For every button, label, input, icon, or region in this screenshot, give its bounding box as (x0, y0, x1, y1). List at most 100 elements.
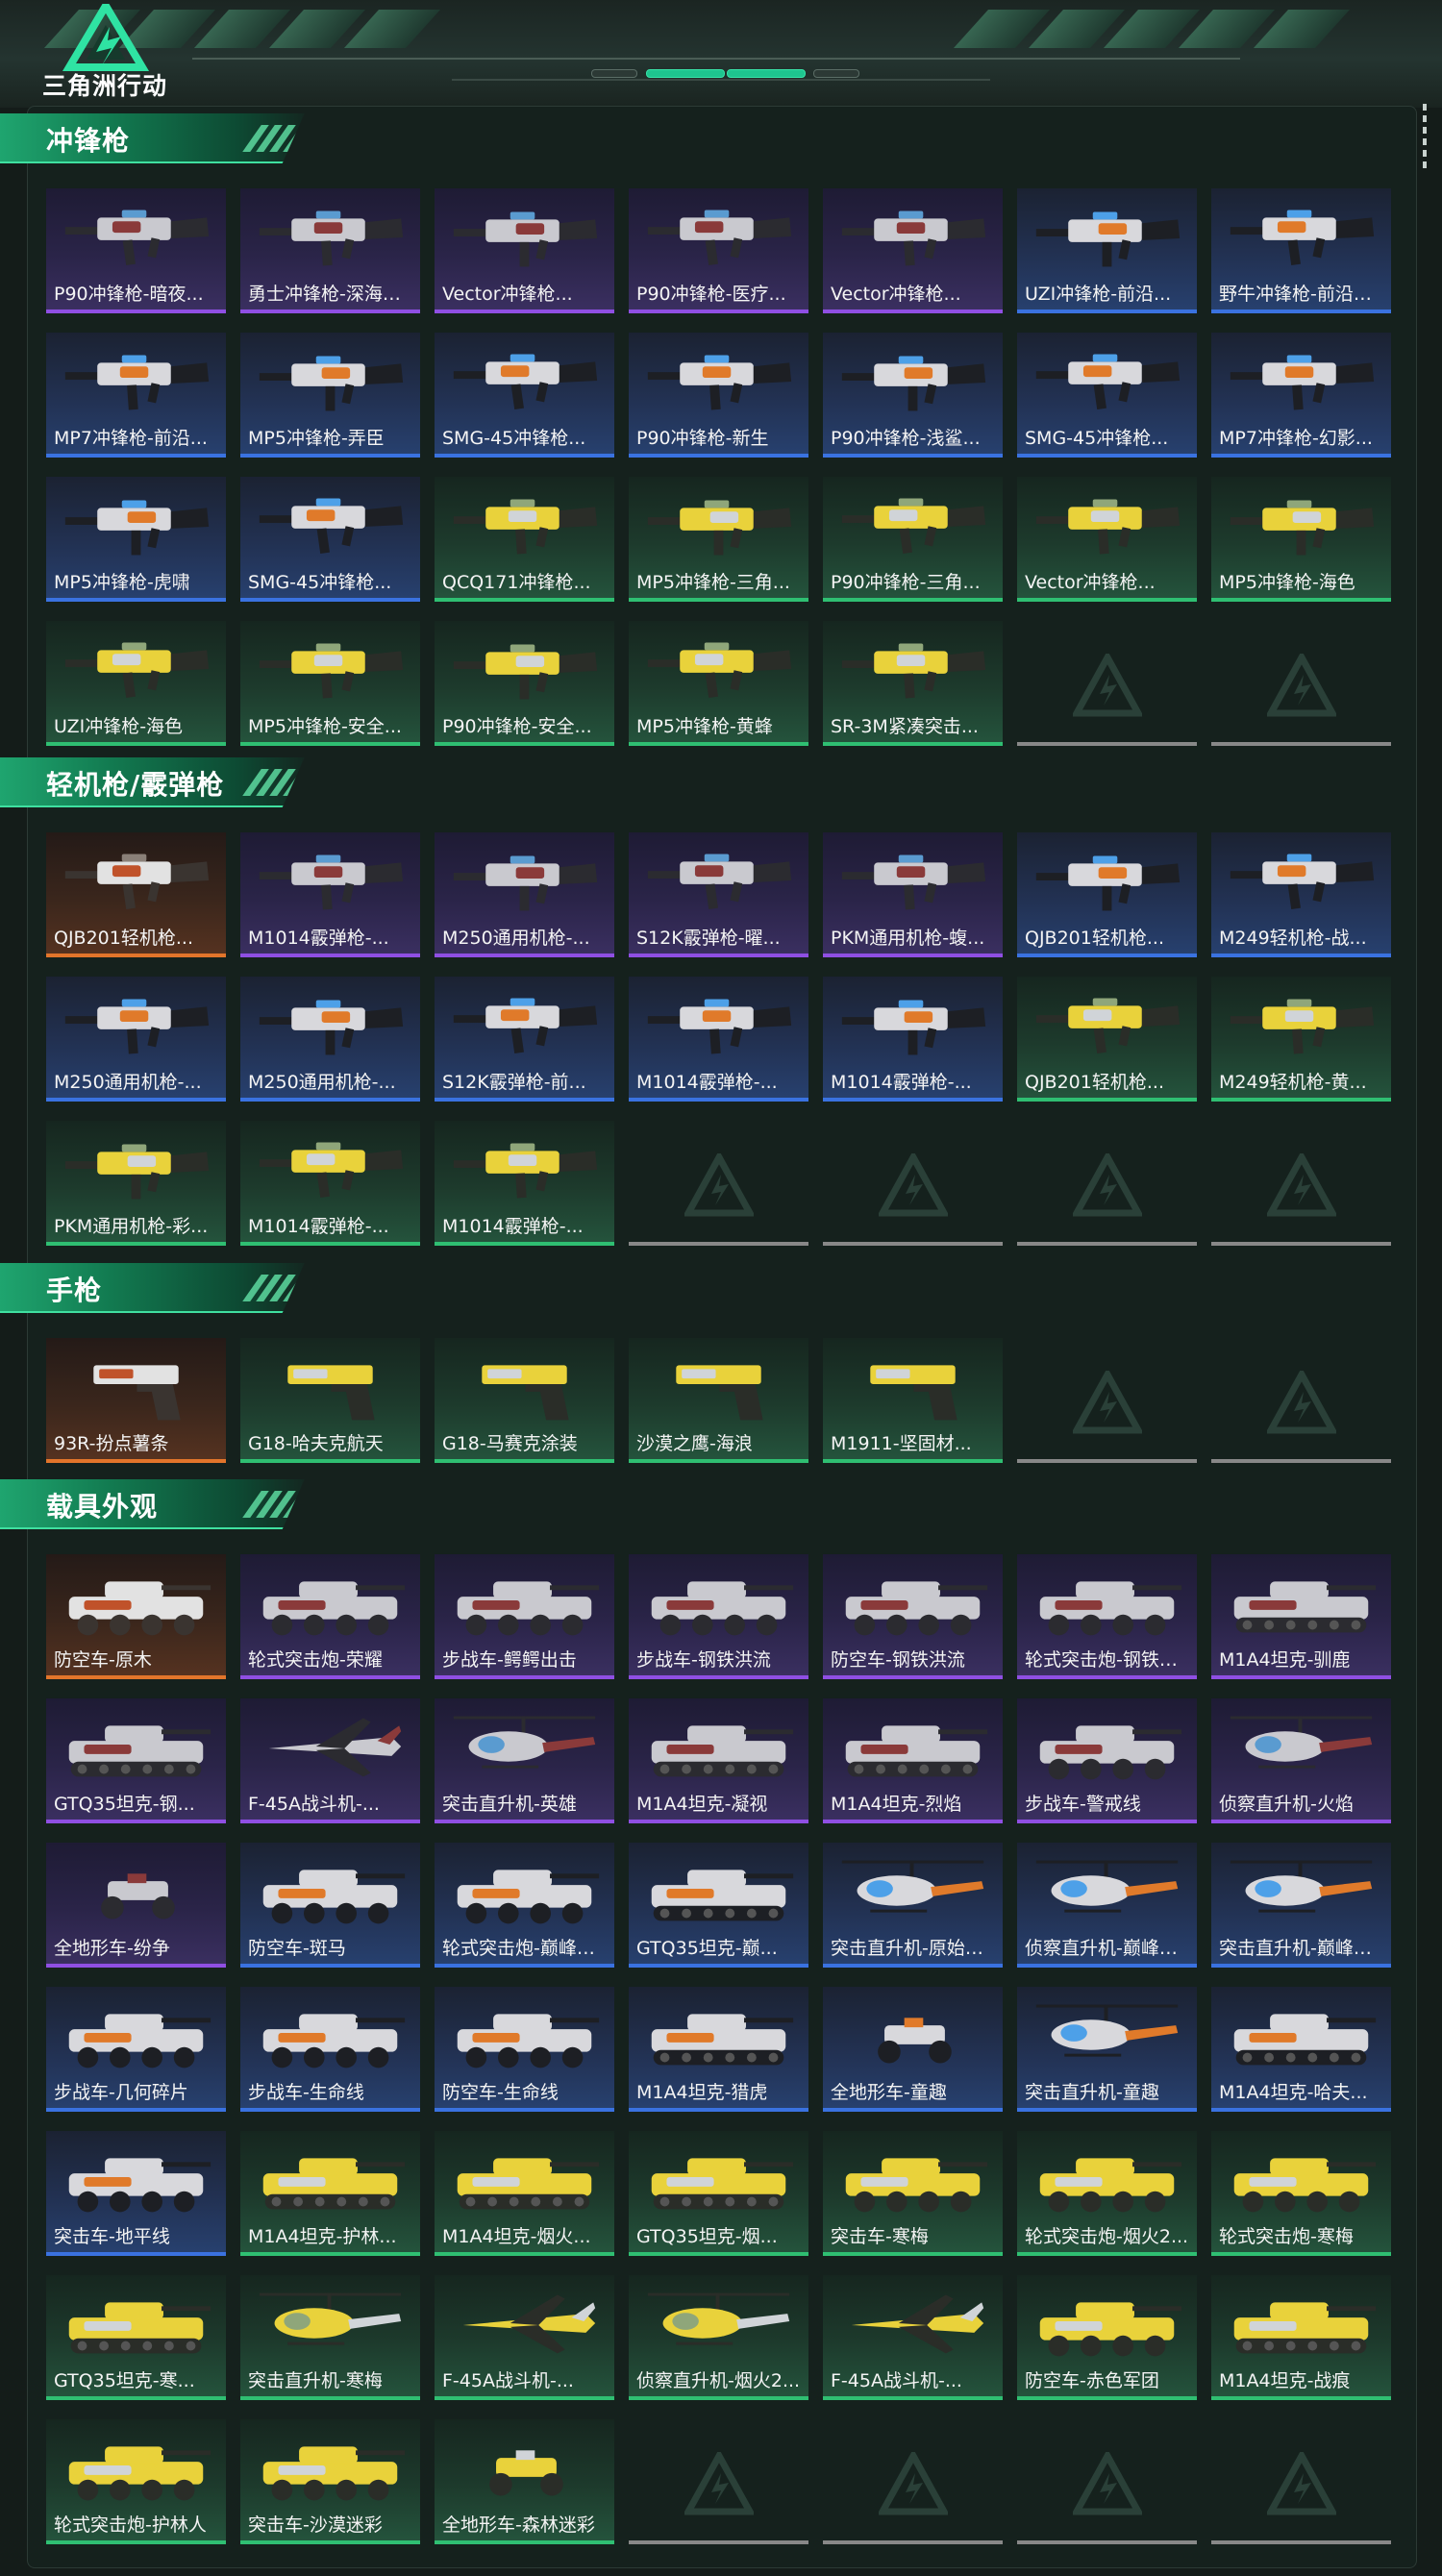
skin-card[interactable]: MP5冲锋枪-弄臣 (240, 333, 420, 458)
skin-card[interactable]: SMG-45冲锋枪... (435, 333, 614, 458)
skin-card[interactable]: 突击车-沙漠迷彩 (240, 2419, 420, 2544)
skin-card[interactable]: 全地形车-童趣 (823, 1987, 1003, 2112)
skin-card[interactable]: 突击车-寒梅 (823, 2131, 1003, 2256)
skin-card[interactable]: Vector冲锋枪... (823, 188, 1003, 313)
skin-card[interactable]: MP5冲锋枪-黄蜂 (629, 621, 808, 746)
page-indicator-active[interactable] (646, 69, 725, 78)
skin-card[interactable]: 轮式突击炮-巅峰竞... (435, 1843, 614, 1968)
skin-card[interactable]: M1014霰弹枪-... (240, 832, 420, 957)
skin-card[interactable]: P90冲锋枪-医疗... (629, 188, 808, 313)
skin-card[interactable]: S12K霰弹枪-前... (435, 977, 614, 1102)
skin-card[interactable]: S12K霰弹枪-曜... (629, 832, 808, 957)
skin-card[interactable]: 防空车-原木 (46, 1554, 226, 1679)
skin-card[interactable]: MP5冲锋枪-虎啸 (46, 477, 226, 602)
skin-card[interactable]: G18-马赛克涂装 (435, 1338, 614, 1463)
skin-card[interactable]: 侦察直升机-烟火2... (629, 2275, 808, 2400)
page-indicator[interactable] (591, 69, 637, 78)
skin-card[interactable]: P90冲锋枪-新生 (629, 333, 808, 458)
skin-card[interactable]: P90冲锋枪-浅鲨... (823, 333, 1003, 458)
skin-card[interactable]: 步战车-警戒线 (1017, 1698, 1197, 1823)
skin-card[interactable]: M249轻机枪-黄... (1211, 977, 1391, 1102)
skin-card[interactable]: P90冲锋枪-三角... (823, 477, 1003, 602)
skin-card[interactable]: 突击直升机-童趣 (1017, 1987, 1197, 2112)
skin-card[interactable]: SR-3M紧凑突击... (823, 621, 1003, 746)
skin-card[interactable]: 轮式突击炮-护林人 (46, 2419, 226, 2544)
mp7-smg-icon (64, 355, 210, 410)
page-indicator[interactable] (813, 69, 859, 78)
skin-card[interactable]: M1014霰弹枪-... (240, 1121, 420, 1246)
scrollbar[interactable] (1423, 104, 1429, 171)
skin-card[interactable]: QCQ171冲锋枪... (435, 477, 614, 602)
skin-card[interactable]: M1A4坦克-猎虎 (629, 1987, 808, 2112)
skin-card[interactable]: 突击直升机-原始伪... (823, 1843, 1003, 1968)
skin-card[interactable]: 防空车-生命线 (435, 1987, 614, 2112)
skin-card[interactable]: 突击直升机-巅峰竞... (1211, 1843, 1391, 1968)
skin-card[interactable]: 步战车-鳄鳄出击 (435, 1554, 614, 1679)
skin-card[interactable]: GTQ35坦克-寒... (46, 2275, 226, 2400)
skin-card[interactable]: GTQ35坦克-钢... (46, 1698, 226, 1823)
skin-card[interactable]: GTQ35坦克-烟... (629, 2131, 808, 2256)
skin-card[interactable]: 沙漠之鹰-海浪 (629, 1338, 808, 1463)
skin-card[interactable]: 防空车-斑马 (240, 1843, 420, 1968)
skin-card[interactable]: MP5冲锋枪-三角... (629, 477, 808, 602)
skin-card[interactable]: 轮式突击炮-烟火2... (1017, 2131, 1197, 2256)
skin-card[interactable]: M1014霰弹枪-... (435, 1121, 614, 1246)
tank-icon (1233, 2302, 1377, 2354)
skin-card[interactable]: SMG-45冲锋枪... (1017, 333, 1197, 458)
skin-card[interactable]: 步战车-生命线 (240, 1987, 420, 2112)
skin-card[interactable]: MP5冲锋枪-海色 (1211, 477, 1391, 602)
skin-card[interactable]: 侦察直升机-火焰 (1211, 1698, 1391, 1823)
skin-card[interactable]: GTQ35坦克-巅... (629, 1843, 808, 1968)
skin-card[interactable]: UZI冲锋枪-海色 (46, 621, 226, 746)
skin-card[interactable]: 防空车-赤色军团 (1017, 2275, 1197, 2400)
skin-card[interactable]: 步战车-几何碎片 (46, 1987, 226, 2112)
skin-card[interactable]: F-45A战斗机-... (435, 2275, 614, 2400)
skin-card[interactable]: M1A4坦克-烈焰 (823, 1698, 1003, 1823)
skin-card[interactable]: M1A4坦克-凝视 (629, 1698, 808, 1823)
skin-card[interactable]: M1014霰弹枪-... (629, 977, 808, 1102)
skin-card[interactable]: M249轻机枪-战... (1211, 832, 1391, 957)
skin-card[interactable]: MP7冲锋枪-前沿... (46, 333, 226, 458)
skin-card[interactable]: 全地形车-森林迷彩 (435, 2419, 614, 2544)
skin-card[interactable]: M1A4坦克-战痕 (1211, 2275, 1391, 2400)
skin-card[interactable]: 全地形车-纷争 (46, 1843, 226, 1968)
skin-card[interactable]: G18-哈夫克航天 (240, 1338, 420, 1463)
skin-card[interactable]: UZI冲锋枪-前沿... (1017, 188, 1197, 313)
skin-card[interactable]: M1A4坦克-哈夫... (1211, 1987, 1391, 2112)
skin-card[interactable]: 轮式突击炮-寒梅 (1211, 2131, 1391, 2256)
skin-card[interactable]: M1A4坦克-护林... (240, 2131, 420, 2256)
skin-card[interactable]: PKM通用机枪-彩... (46, 1121, 226, 1246)
skin-card[interactable]: 野牛冲锋枪-前沿科... (1211, 188, 1391, 313)
skin-card[interactable]: MP7冲锋枪-幻影... (1211, 333, 1391, 458)
skin-card[interactable]: P90冲锋枪-暗夜... (46, 188, 226, 313)
skin-card[interactable]: M250通用机枪-... (46, 977, 226, 1102)
skin-card[interactable]: 侦察直升机-巅峰竞... (1017, 1843, 1197, 1968)
skin-card[interactable]: 轮式突击炮-荣耀 (240, 1554, 420, 1679)
skin-card[interactable]: M1911-坚固材... (823, 1338, 1003, 1463)
skin-card[interactable]: M1A4坦克-烟火... (435, 2131, 614, 2256)
skin-card[interactable]: QJB201轻机枪... (1017, 832, 1197, 957)
skin-card[interactable]: 93R-扮点薯条 (46, 1338, 226, 1463)
skin-card[interactable]: SMG-45冲锋枪... (240, 477, 420, 602)
skin-card[interactable]: Vector冲锋枪... (435, 188, 614, 313)
skin-card[interactable]: QJB201轻机枪... (1017, 977, 1197, 1102)
skin-card[interactable]: 突击直升机-寒梅 (240, 2275, 420, 2400)
skin-card[interactable]: 步战车-钢铁洪流 (629, 1554, 808, 1679)
page-indicator-active[interactable] (727, 69, 806, 78)
skin-card[interactable]: 突击直升机-英雄 (435, 1698, 614, 1823)
skin-card[interactable]: PKM通用机枪-蝮... (823, 832, 1003, 957)
skin-card[interactable]: QJB201轻机枪... (46, 832, 226, 957)
skin-card[interactable]: Vector冲锋枪... (1017, 477, 1197, 602)
skin-card[interactable]: M1A4坦克-驯鹿 (1211, 1554, 1391, 1679)
skin-card[interactable]: 突击车-地平线 (46, 2131, 226, 2256)
skin-card[interactable]: F-45A战斗机-... (240, 1698, 420, 1823)
skin-card[interactable]: 轮式突击炮-钢铁洪... (1017, 1554, 1197, 1679)
skin-card[interactable]: MP5冲锋枪-安全... (240, 621, 420, 746)
skin-card[interactable]: 防空车-钢铁洪流 (823, 1554, 1003, 1679)
skin-card[interactable]: 勇士冲锋枪-深海恐... (240, 188, 420, 313)
skin-card[interactable]: F-45A战斗机-... (823, 2275, 1003, 2400)
skin-card[interactable]: M250通用机枪-... (240, 977, 420, 1102)
skin-card[interactable]: P90冲锋枪-安全... (435, 621, 614, 746)
skin-card[interactable]: M250通用机枪-... (435, 832, 614, 957)
skin-card[interactable]: M1014霰弹枪-... (823, 977, 1003, 1102)
